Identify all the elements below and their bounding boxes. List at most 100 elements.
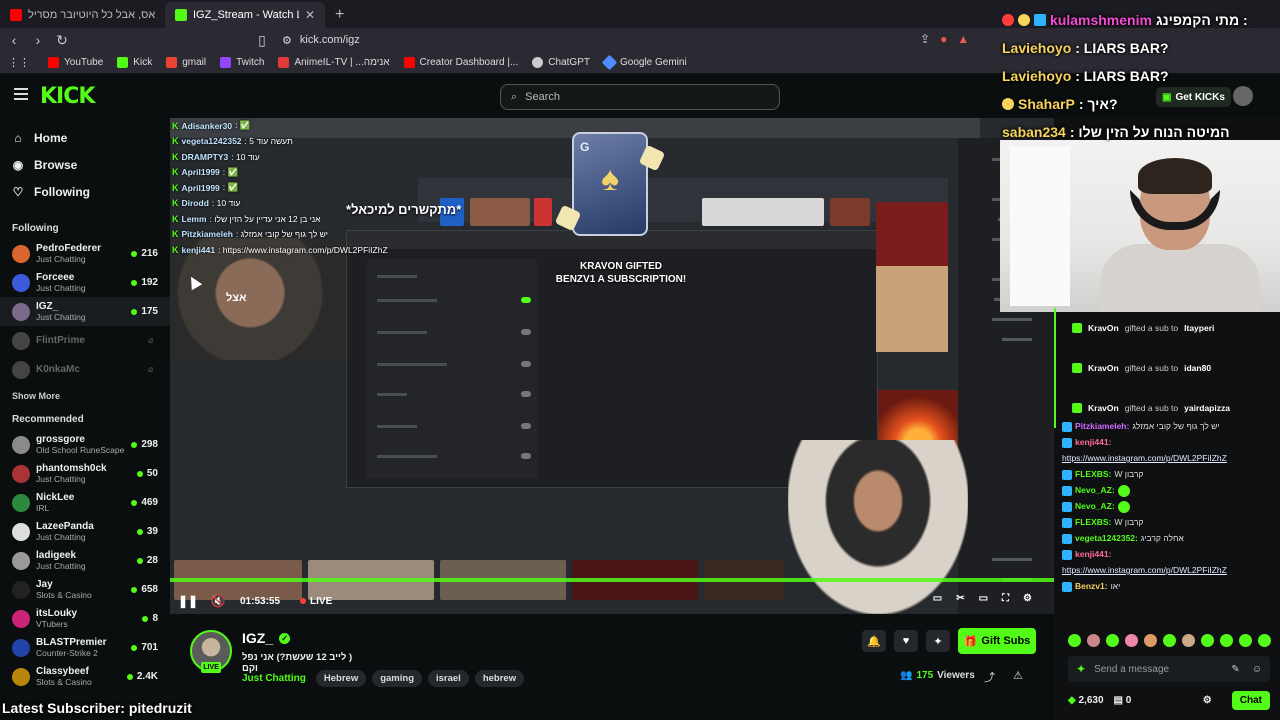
- bookmark-creator-dashboard[interactable]: Creator Dashboard |...: [403, 57, 518, 68]
- translate-icon[interactable]: ✎: [1231, 664, 1239, 675]
- emote-icon[interactable]: [1258, 634, 1271, 647]
- clip-icon[interactable]: ✂: [956, 593, 964, 604]
- kick-logo[interactable]: KICK: [40, 84, 95, 109]
- channel-item-recommended[interactable]: Jay Slots & Casino 658: [0, 575, 170, 604]
- channel-item-flintprime[interactable]: FlintPrime ⌀: [0, 326, 170, 355]
- chat-link[interactable]: https://www.instagram.com/p/DWL2PFiIZhZ: [1062, 452, 1227, 465]
- new-tab-button[interactable]: +: [325, 6, 354, 28]
- bookmark-gemini[interactable]: Google Gemini: [601, 54, 687, 71]
- category-link[interactable]: Just Chatting: [242, 673, 306, 684]
- theater-mode-icon[interactable]: ▭: [979, 593, 988, 604]
- kicks-balance[interactable]: ◆ 2,630: [1068, 695, 1104, 706]
- chat-send-button[interactable]: Chat: [1231, 690, 1270, 710]
- report-icon[interactable]: ⚠: [1013, 669, 1023, 685]
- gift-sub-line: KravOn gifted a sub to idan80: [1054, 348, 1280, 388]
- channel-item-pedrofederer[interactable]: PedroFederer Just Chatting 216: [0, 239, 170, 268]
- close-tab-icon[interactable]: ✕: [305, 8, 315, 22]
- bookmark-twitch[interactable]: Twitch: [220, 57, 264, 68]
- emote-icon[interactable]: [1182, 634, 1195, 647]
- bookmark-gmail[interactable]: gmail: [166, 57, 206, 68]
- channel-name[interactable]: IGZ_ ✓: [242, 630, 291, 646]
- gift-icon: [1072, 363, 1082, 373]
- playback-progress-bar[interactable]: [170, 578, 1054, 582]
- channel-item-recommended[interactable]: LazeePanda Just Chatting 39: [0, 517, 170, 546]
- avatar: [12, 551, 30, 570]
- emote-icon[interactable]: [1144, 634, 1157, 647]
- badge-icon: [1062, 485, 1072, 496]
- gift-count[interactable]: ▤ 0: [1114, 695, 1132, 706]
- mute-icon[interactable]: 🔇: [210, 593, 226, 609]
- chat-settings-icon[interactable]: ⚙: [1203, 695, 1212, 706]
- settings-icon[interactable]: ⚙: [1023, 593, 1032, 604]
- tag-gaming[interactable]: gaming: [372, 670, 422, 687]
- share-icon[interactable]: ⤴: [984, 669, 995, 685]
- sparkle-button[interactable]: ✦: [926, 630, 950, 652]
- extension-icon-2[interactable]: ▲: [957, 32, 969, 46]
- emote-icon[interactable]: [1201, 634, 1214, 647]
- emoji-icon[interactable]: ☺: [1252, 664, 1262, 675]
- browser-tab-youtube[interactable]: אמונגג אס, אבל כל היוטיובר מסריל: [0, 2, 165, 28]
- live-dot-icon: [131, 644, 138, 651]
- apps-icon[interactable]: ⋮⋮: [8, 56, 30, 69]
- bookmark-kick[interactable]: Kick: [117, 57, 152, 68]
- bookmark-animeil[interactable]: AnimeIL-TV | ...אנימה: [278, 57, 390, 68]
- browser-tab-kick[interactable]: IGZ_Stream - Watch Live on Kick ✕: [165, 2, 325, 28]
- recommended-title: Recommended: [12, 413, 84, 425]
- tag-israel[interactable]: israel: [428, 670, 469, 687]
- notification-bell-button[interactable]: 🔔: [862, 630, 886, 652]
- channel-item-recommended[interactable]: BLASTPremier Counter-Strike 2 701: [0, 633, 170, 662]
- live-indicator[interactable]: LIVE: [300, 596, 332, 607]
- pause-icon[interactable]: ❚❚: [178, 593, 198, 609]
- share-icon[interactable]: ⇪: [920, 32, 930, 46]
- emote-icon[interactable]: [1220, 634, 1233, 647]
- sidebar-item-home[interactable]: ⌂ Home: [0, 124, 170, 151]
- heart-icon: ♡: [12, 184, 24, 199]
- extension-icon[interactable]: ●: [940, 32, 947, 46]
- bookmark-chatgpt[interactable]: ChatGPT: [532, 57, 590, 68]
- viewer-count: 175: [131, 306, 158, 317]
- gift-icon: [1072, 403, 1082, 413]
- sidebar-item-browse[interactable]: ◉ Browse: [0, 151, 170, 178]
- gift-subs-button[interactable]: 🎁 Gift Subs: [958, 628, 1036, 654]
- kick-sparkle-icon[interactable]: ✦: [1076, 662, 1086, 676]
- emote-icon[interactable]: [1125, 634, 1138, 647]
- channel-item-recommended[interactable]: Classybeef Slots & Casino 2.4K: [0, 662, 170, 691]
- playing-card-graphic: G ♠: [572, 132, 648, 236]
- channel-item-konkamc[interactable]: K0nkaMc ⌀: [0, 355, 170, 384]
- gemini-icon: [601, 54, 618, 71]
- stream-red-thumbnail: [876, 202, 948, 268]
- tag-hebrew[interactable]: Hebrew: [315, 670, 367, 687]
- chat-link[interactable]: https://www.instagram.com/p/DWL2PFiIZhZ: [1062, 564, 1227, 577]
- address-bar[interactable]: ⚙ kick.com/igz: [272, 30, 1012, 50]
- site-settings-icon[interactable]: ⚙: [282, 34, 292, 47]
- back-icon[interactable]: ‹: [4, 32, 24, 48]
- sidebar-item-following[interactable]: ♡ Following: [0, 178, 170, 205]
- emote-icon[interactable]: [1068, 634, 1081, 647]
- bookmark-star-icon[interactable]: ▯: [252, 32, 272, 49]
- channel-item-recommended[interactable]: ladigeek Just Chatting 28: [0, 546, 170, 575]
- channel-item-recommended[interactable]: phantomsh0ck Just Chatting 50: [0, 459, 170, 488]
- tag-hebrew-lower[interactable]: hebrew: [474, 670, 525, 687]
- search-input[interactable]: ⌕ Search: [500, 84, 780, 110]
- fullscreen-icon[interactable]: ⛶: [1002, 593, 1009, 604]
- follow-heart-button[interactable]: ♥: [894, 630, 918, 652]
- overlay-chat-line: K DRAMPTY3: 10 עוד: [172, 151, 260, 162]
- emote-icon[interactable]: [1239, 634, 1252, 647]
- channel-item-recommended[interactable]: itsLouky VTubers 8: [0, 604, 170, 633]
- menu-icon[interactable]: [14, 88, 28, 100]
- emote-icon[interactable]: [1087, 634, 1100, 647]
- emote-icon[interactable]: [1163, 634, 1176, 647]
- video-player[interactable]: G ♠ KRAVON GIFTED BENZV1 A SUBSCRIPTION!…: [170, 118, 1054, 614]
- forward-icon[interactable]: ›: [28, 32, 48, 48]
- show-more-button[interactable]: Show More: [0, 384, 170, 408]
- channel-item-forceee[interactable]: Forceee Just Chatting 192: [0, 268, 170, 297]
- channel-item-igz[interactable]: IGZ_ Just Chatting 175: [0, 297, 170, 326]
- chat-message-input[interactable]: ✦ Send a message ✎ ☺: [1068, 656, 1270, 682]
- bookmark-youtube[interactable]: YouTube: [48, 57, 103, 68]
- channel-item-recommended[interactable]: grossgore Old School RuneScape 298: [0, 430, 170, 459]
- emote-icon[interactable]: [1106, 634, 1119, 647]
- reload-icon[interactable]: ↻: [52, 32, 72, 49]
- pip-icon[interactable]: ▭: [933, 593, 942, 604]
- avatar: [12, 522, 30, 541]
- channel-item-recommended[interactable]: NickLee IRL 469: [0, 488, 170, 517]
